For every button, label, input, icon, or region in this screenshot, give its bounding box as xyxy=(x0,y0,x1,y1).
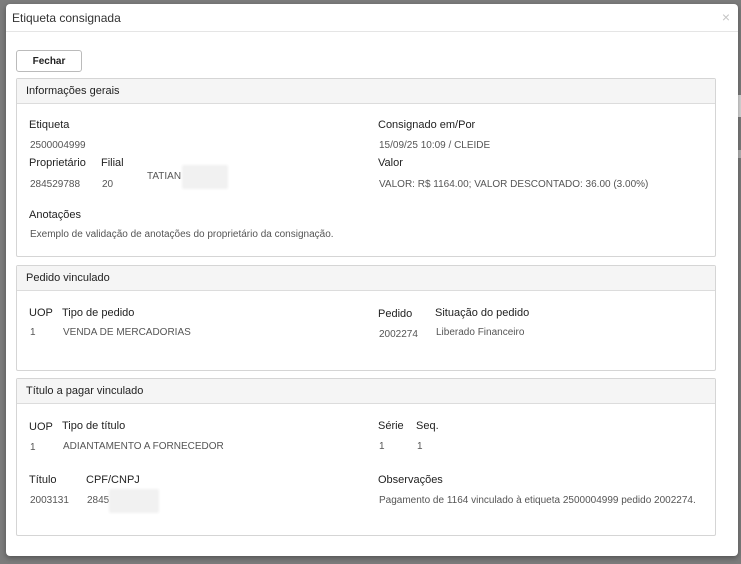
tipo-pedido-value: VENDA DE MERCADORIAS xyxy=(63,327,191,338)
proprietario-value: 284529788 xyxy=(30,179,81,190)
etiqueta-value: 2500004999 xyxy=(30,140,86,151)
close-icon[interactable]: × xyxy=(722,10,730,24)
anotacoes-label: Anotações xyxy=(29,209,81,221)
serie-value: 1 xyxy=(379,441,385,452)
etiqueta-label: Etiqueta xyxy=(29,119,70,131)
titulo-label: Título xyxy=(29,474,57,486)
uop-value: 1 xyxy=(30,327,36,338)
situacao-value: Liberado Financeiro xyxy=(436,327,525,338)
tipo-titulo-value: ADIANTAMENTO A FORNECEDOR xyxy=(63,441,224,452)
uop-label: UOP xyxy=(29,307,53,319)
pedido-value: 2002274 xyxy=(379,329,418,340)
anotacoes-value: Exemplo de validação de anotações do pro… xyxy=(30,229,334,240)
cpf-cnpj-value: 2845 xyxy=(87,495,110,506)
filial-value: 20 xyxy=(102,179,114,190)
valor-label: Valor xyxy=(378,157,403,169)
observacoes-value: Pagamento de 1164 vinculado à etiqueta 2… xyxy=(379,495,696,506)
close-button[interactable]: Fechar xyxy=(16,50,82,72)
tipo-titulo-label: Tipo de título xyxy=(62,420,126,432)
redacted-document-overlay xyxy=(109,489,159,513)
linked-payable-panel: Título a pagar vinculado UOP 1 Tipo de t… xyxy=(16,378,716,536)
uop-value: 1 xyxy=(30,442,36,453)
proprietario-name-value: TATIAN xyxy=(147,171,182,182)
redacted-name-overlay xyxy=(182,165,228,189)
proprietario-label: Proprietário xyxy=(29,157,86,169)
consigned-label-modal: Etiqueta consignada × Fechar Informações… xyxy=(6,4,738,556)
general-info-panel: Informações gerais Etiqueta 2500004999 C… xyxy=(16,78,716,257)
situacao-label: Situação do pedido xyxy=(435,307,530,319)
modal-title: Etiqueta consignada xyxy=(12,11,121,25)
linked-order-heading: Pedido vinculado xyxy=(17,266,715,291)
serie-label: Série xyxy=(378,420,404,432)
seq-label: Seq. xyxy=(416,420,439,432)
tipo-pedido-label: Tipo de pedido xyxy=(62,307,135,319)
pedido-label: Pedido xyxy=(378,308,413,320)
filial-label: Filial xyxy=(101,157,124,169)
cpf-cnpj-label: CPF/CNPJ xyxy=(86,474,140,486)
titulo-value: 2003131 xyxy=(30,495,69,506)
observacoes-label: Observações xyxy=(378,474,443,486)
modal-header: Etiqueta consignada × xyxy=(6,4,738,32)
general-info-heading: Informações gerais xyxy=(17,79,715,104)
valor-value: VALOR: R$ 1164.00; VALOR DESCONTADO: 36.… xyxy=(379,179,649,190)
seq-value: 1 xyxy=(417,441,423,452)
uop-label: UOP xyxy=(29,421,53,433)
linked-payable-heading: Título a pagar vinculado xyxy=(17,379,715,404)
consignado-value: 15/09/25 10:09 / CLEIDE xyxy=(379,140,491,151)
linked-order-panel: Pedido vinculado UOP 1 Tipo de pedido VE… xyxy=(16,265,716,371)
consignado-label: Consignado em/Por xyxy=(378,119,476,131)
